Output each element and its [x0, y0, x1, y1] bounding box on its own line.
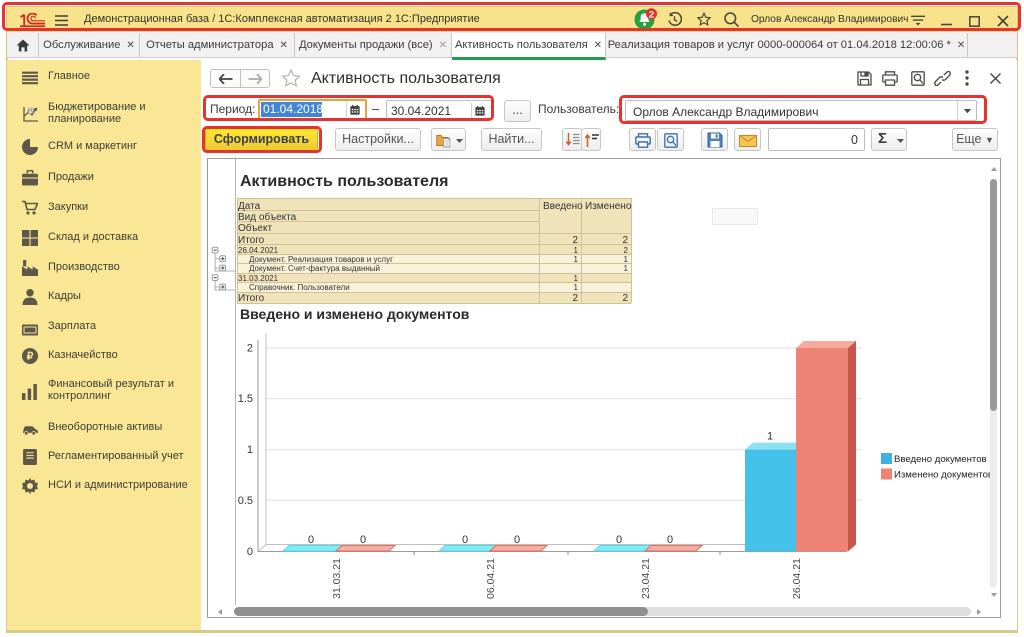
svg-text:2: 2 [649, 9, 654, 20]
svg-text:0: 0 [462, 534, 468, 546]
svg-text:0: 0 [514, 534, 520, 546]
svg-text:06.04.21: 06.04.21 [485, 558, 497, 599]
svg-text:1.5: 1.5 [238, 393, 253, 405]
svg-text:₽: ₽ [27, 351, 34, 363]
svg-text:Изменено документов: Изменено документов [894, 470, 993, 481]
svg-text:0: 0 [247, 546, 253, 558]
svg-text:1: 1 [767, 431, 773, 443]
svg-text:0: 0 [616, 534, 622, 546]
svg-text:2: 2 [247, 343, 253, 355]
svg-text:0.5: 0.5 [238, 495, 253, 507]
svg-text:26.04.21: 26.04.21 [791, 558, 803, 599]
svg-text:1: 1 [247, 444, 253, 456]
svg-text:23.04.21: 23.04.21 [640, 558, 652, 599]
svg-text:₽: ₽ [29, 108, 34, 116]
svg-text:0: 0 [667, 534, 673, 546]
svg-text:0: 0 [308, 534, 314, 546]
svg-text:Введено документов: Введено документов [894, 454, 987, 465]
svg-text:31.03.21: 31.03.21 [331, 558, 343, 599]
svg-text:0: 0 [360, 534, 366, 546]
